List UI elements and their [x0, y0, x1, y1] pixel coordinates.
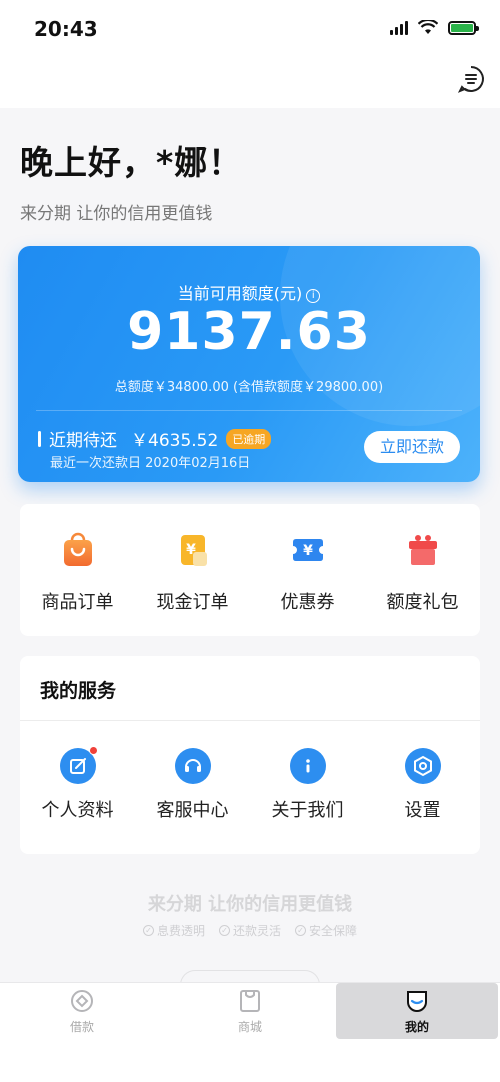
- shopping-bag-icon: [63, 532, 92, 566]
- greeting-slogan: 来分期 让你的信用更值钱: [20, 204, 213, 224]
- services-divider: [20, 720, 480, 721]
- due-label: 近期待还: [49, 431, 117, 451]
- check-icon: ✓: [218, 925, 230, 936]
- info-icon: [289, 748, 326, 784]
- wifi-icon: [418, 20, 438, 34]
- mall-icon: [240, 989, 260, 1012]
- repay-now-button[interactable]: 立即还款: [364, 431, 460, 463]
- service-item-label: 设置: [404, 800, 441, 821]
- services-panel: 我的服务 个人资料 客服中心 关于我们 设置: [20, 656, 480, 854]
- footer-tag: ✓ 息费透明: [142, 922, 205, 939]
- footer-tag: ✓ 安全保障: [295, 922, 357, 939]
- footer-slogan: 来分期 让你的信用更值钱: [147, 894, 353, 915]
- tab-label: 我的: [404, 1019, 429, 1034]
- tab-loan[interactable]: 借款: [0, 983, 164, 1039]
- service-item-support[interactable]: 客服中心: [135, 748, 250, 822]
- check-icon: ✓: [295, 925, 306, 936]
- due-amount: ￥4635.52: [131, 431, 219, 451]
- signal-icon: [390, 20, 408, 35]
- last-payment-date: 最近一次还款日 2020年02月16日: [50, 456, 251, 471]
- tab-me[interactable]: 我的: [336, 983, 498, 1039]
- gift-icon: [408, 535, 437, 565]
- tab-label: 借款: [69, 1019, 94, 1034]
- me-icon: [407, 990, 427, 1012]
- status-time: 20:43: [34, 17, 98, 41]
- order-item-label: 商品订单: [41, 592, 114, 613]
- footer-tag: ✓ 还款灵活: [218, 922, 281, 939]
- service-item-label: 客服中心: [156, 800, 229, 821]
- overdue-badge: 已逾期: [226, 428, 272, 449]
- tab-mall[interactable]: 商城: [168, 983, 332, 1039]
- service-item-label: 关于我们: [271, 800, 344, 821]
- coupon-icon: ¥: [292, 539, 323, 561]
- edit-profile-icon: [59, 746, 98, 784]
- greeting-title: 晚上好，*娜！: [20, 143, 243, 182]
- service-item-profile[interactable]: 个人资料: [20, 746, 135, 822]
- order-item-label: 优惠券: [280, 592, 335, 613]
- order-item-label: 现金订单: [156, 592, 229, 613]
- cash-order-icon: ¥: [180, 535, 207, 566]
- order-item-gift[interactable]: 额度礼包: [365, 532, 480, 614]
- due-row: 近期待还 ￥4635.52 已逾期: [38, 426, 272, 451]
- battery-icon: [448, 20, 479, 35]
- credit-card[interactable]: 当前可用额度(元) i 9137.63 总额度￥34800.00 (含借款额度￥2…: [18, 246, 480, 482]
- service-item-settings[interactable]: 设置: [365, 748, 480, 822]
- status-bar: 20:43: [0, 0, 500, 56]
- headset-icon: [174, 748, 211, 784]
- message-icon[interactable]: [456, 64, 486, 94]
- footer-tag-label: 还款灵活: [232, 924, 281, 938]
- info-icon[interactable]: i: [306, 289, 321, 303]
- check-icon: ✓: [142, 925, 154, 936]
- services-title: 我的服务: [40, 680, 117, 702]
- settings-icon: [404, 748, 441, 784]
- available-credit-label-text: 当前可用额度(元): [177, 284, 303, 303]
- order-item-goods[interactable]: 商品订单: [20, 532, 135, 614]
- available-credit-label: 当前可用额度(元) i: [18, 280, 480, 304]
- card-divider: [36, 410, 462, 411]
- status-icons: [390, 20, 479, 35]
- service-item-about[interactable]: 关于我们: [250, 748, 365, 822]
- loan-icon: [71, 989, 93, 1012]
- svg-text:¥: ¥: [303, 543, 313, 559]
- service-item-label: 个人资料: [41, 800, 114, 821]
- svg-text:¥: ¥: [186, 542, 196, 558]
- orders-panel: 商品订单 ¥ 现金订单 ¥ 优惠券 额度礼包: [20, 504, 480, 636]
- order-item-coupon[interactable]: ¥ 优惠券: [250, 532, 365, 614]
- total-credit-line: 总额度￥34800.00 (含借款额度￥29800.00): [114, 380, 384, 395]
- available-credit-amount: 9137.63: [127, 302, 371, 362]
- due-bar: [38, 430, 41, 447]
- notification-dot: [88, 746, 98, 755]
- order-item-cash[interactable]: ¥ 现金订单: [135, 532, 250, 614]
- tab-label: 商城: [237, 1019, 262, 1034]
- footer-tag-label: 安全保障: [309, 924, 358, 938]
- tab-bar: 借款 商城 我的: [0, 982, 500, 1082]
- top-bar: [0, 56, 500, 108]
- footer-tag-label: 息费透明: [156, 924, 205, 938]
- order-item-label: 额度礼包: [386, 592, 459, 613]
- footer-tags: ✓ 息费透明 ✓ 还款灵活 ✓ 安全保障: [0, 922, 500, 939]
